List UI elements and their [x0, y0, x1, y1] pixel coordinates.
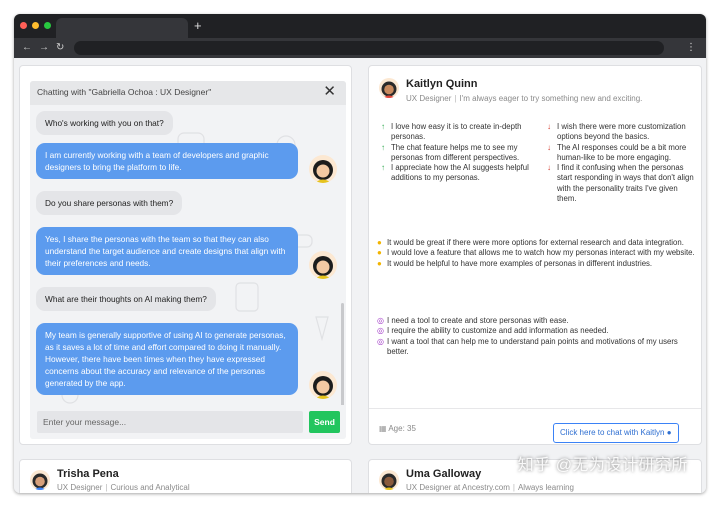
reload-icon[interactable]: ↻	[56, 41, 64, 55]
target-icon: ◎	[377, 326, 384, 336]
target-icon: ◎	[377, 316, 384, 325]
question-bubble: Who's working with you on that?	[36, 111, 173, 135]
dislikes-list: ↓ I wish there were more customization op…	[547, 122, 697, 204]
thumb-down-icon: ↓	[547, 142, 551, 152]
like-item: ↑ The chat feature helps me to see my per…	[381, 142, 520, 162]
idea-item: ● I would love a feature that allows me t…	[377, 248, 695, 258]
dislike-item: ↓ I wish there were more customization op…	[547, 122, 686, 142]
answer-bubble: Yes, I share the personas with the team …	[36, 227, 298, 275]
persona-avatar	[309, 251, 337, 279]
needs-list: ◎ I need a tool to create and store perso…	[377, 316, 695, 357]
card-divider	[369, 408, 701, 409]
chat-header: Chatting with "Gabriella Ochoa : UX Desi…	[30, 81, 346, 105]
chat-with-persona-button[interactable]: Click here to chat with Kaitlyn ●	[553, 423, 679, 443]
need-item: ◎ I want a tool that can help me to under…	[377, 336, 678, 356]
browser-window: + ← → ↻ ⋮ Chatting with "Gabriella Ochoa…	[14, 14, 706, 493]
persona-avatar	[379, 78, 399, 98]
thumb-down-icon: ↓	[547, 122, 551, 131]
lightbulb-icon: ●	[377, 248, 382, 258]
like-item: ↑ I appreciate how the AI suggests helpfu…	[381, 163, 529, 183]
answer-bubble: My team is generally supportive of using…	[36, 323, 298, 395]
persona-avatar	[30, 470, 50, 490]
need-item: ◎ I need a tool to create and store perso…	[377, 316, 569, 325]
forward-icon[interactable]: →	[39, 41, 49, 55]
need-item: ◎ I require the ability to customize and …	[377, 326, 609, 336]
persona-name: Kaitlyn Quinn	[406, 78, 478, 90]
persona-subtitle: UX Designer at Ancestry.com | Always learn…	[406, 483, 574, 492]
persona-quote: I'm always eager to try something new an…	[459, 94, 643, 103]
watermark: 知乎 @无为设计研究所	[517, 457, 688, 474]
minimize-window-button[interactable]	[32, 22, 39, 29]
persona-subtitle: UX Designer | Curious and Analytical	[57, 483, 190, 492]
message-input[interactable]	[37, 411, 303, 433]
question-bubble: Do you share personas with them?	[36, 191, 183, 215]
thumb-up-icon: ↑	[381, 142, 385, 152]
maximize-window-button[interactable]	[44, 22, 51, 29]
address-bar[interactable]	[74, 41, 664, 55]
persona-card-preview[interactable]: Trisha Pena UX Designer | Curious and Anal…	[19, 459, 352, 493]
idea-item: ● It would be helpful to have more exampl…	[377, 258, 653, 268]
likes-list: ↑ I love how easy it is to create in-dept…	[381, 122, 531, 184]
back-icon[interactable]: ←	[22, 41, 32, 55]
like-item: ↑ I love how easy it is to create in-dept…	[381, 122, 522, 142]
persona-card: Kaitlyn Quinn UX Designer | I'm always eag…	[368, 65, 702, 445]
chat-bubble-icon: ●	[666, 428, 672, 437]
close-icon[interactable]: ✕	[323, 84, 336, 100]
browser-tab[interactable]	[56, 18, 188, 38]
persona-role: UX Designer	[406, 94, 452, 103]
send-button[interactable]: Send	[309, 411, 340, 433]
ideas-list: ● It would be great if there were more op…	[377, 238, 695, 269]
new-tab-button[interactable]: +	[194, 18, 202, 34]
browser-menu-icon[interactable]: ⋮	[686, 41, 696, 55]
window-controls	[20, 22, 51, 29]
chat-panel: Chatting with "Gabriella Ochoa : UX Desi…	[30, 81, 346, 439]
answer-bubble: I am currently working with a team of de…	[36, 143, 298, 179]
message-list: Who's working with you on that? I am cur…	[30, 105, 346, 405]
persona-name: Uma Galloway	[406, 468, 482, 480]
lightbulb-icon: ●	[377, 238, 382, 247]
dislike-item: ↓ I find it confusing when the personas s…	[547, 163, 694, 204]
tab-bar: +	[14, 14, 706, 38]
page-content: Chatting with "Gabriella Ochoa : UX Desi…	[14, 58, 706, 493]
thumb-up-icon: ↑	[381, 163, 385, 173]
question-bubble: What are their thoughts on AI making the…	[36, 287, 216, 311]
dislike-item: ↓ The AI responses could be a bit more hu…	[547, 142, 687, 162]
chat-scrollbar[interactable]	[341, 303, 344, 405]
chat-input-row: Send	[30, 405, 346, 439]
idea-item: ● It would be great if there were more op…	[377, 238, 684, 247]
thumb-down-icon: ↓	[547, 163, 551, 173]
persona-subtitle: UX Designer | I'm always eager to try some…	[406, 94, 643, 103]
persona-avatar	[309, 155, 337, 183]
chat-card: Chatting with "Gabriella Ochoa : UX Desi…	[19, 65, 352, 445]
chat-title: Chatting with "Gabriella Ochoa : UX Desi…	[37, 87, 212, 97]
persona-name: Trisha Pena	[57, 468, 119, 480]
close-window-button[interactable]	[20, 22, 27, 29]
persona-avatar	[309, 371, 337, 399]
age-label: ▦ Age: 35	[379, 424, 416, 433]
lightbulb-icon: ●	[377, 258, 382, 268]
browser-toolbar: ← → ↻ ⋮	[14, 38, 706, 58]
thumb-up-icon: ↑	[381, 122, 385, 131]
persona-avatar	[379, 470, 399, 490]
calendar-icon: ▦	[379, 424, 389, 433]
target-icon: ◎	[377, 336, 384, 346]
